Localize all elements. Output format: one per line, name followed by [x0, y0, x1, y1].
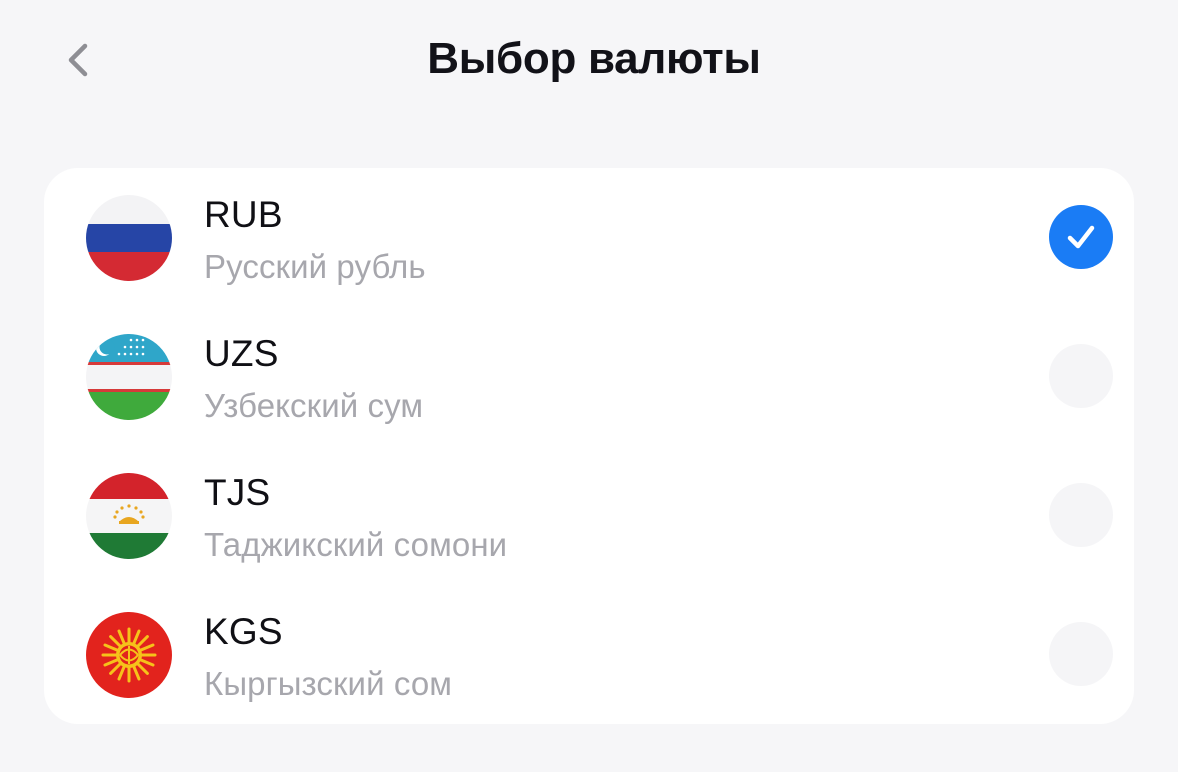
- kyrgyzstan-flag-icon: [86, 612, 172, 698]
- currency-name: Кыргызский сом: [204, 665, 453, 702]
- tajikistan-flag-icon: [86, 473, 172, 559]
- currency-code: KGS: [204, 611, 283, 652]
- header: Выбор валюты: [0, 0, 1178, 120]
- radio-unselected[interactable]: [1049, 483, 1113, 547]
- currency-row-tjs[interactable]: TJS Таджикский сомони: [44, 446, 1134, 585]
- page-title: Выбор валюты: [427, 34, 761, 83]
- currency-code: UZS: [204, 333, 279, 374]
- uzbekistan-flag-icon: [86, 334, 172, 420]
- radio-unselected[interactable]: [1049, 622, 1113, 686]
- radio-unselected[interactable]: [1049, 344, 1113, 408]
- currency-list: RUB Русский рубль UZS Узбекский сум TJS …: [44, 168, 1134, 724]
- currency-row-uzs[interactable]: UZS Узбекский сум: [44, 307, 1134, 446]
- currency-code: RUB: [204, 194, 283, 235]
- radio-selected[interactable]: [1049, 205, 1113, 269]
- checkmark-icon: [1067, 225, 1095, 249]
- currency-name: Таджикский сомони: [204, 526, 508, 563]
- currency-name: Узбекский сум: [204, 387, 424, 424]
- currency-row-kgs[interactable]: KGS Кыргызский сом: [44, 585, 1134, 724]
- currency-code: TJS: [204, 472, 271, 513]
- currency-row-rub[interactable]: RUB Русский рубль: [44, 168, 1134, 307]
- russia-flag-icon: [86, 195, 172, 281]
- currency-name: Русский рубль: [204, 248, 426, 285]
